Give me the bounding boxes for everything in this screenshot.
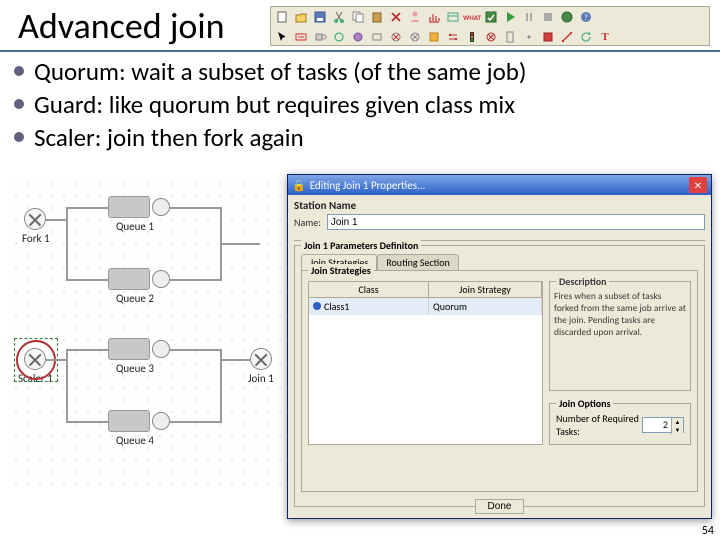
server-circle <box>152 340 170 358</box>
col-class: Class <box>309 282 429 297</box>
globe-icon[interactable] <box>558 8 576 26</box>
play-icon[interactable] <box>501 8 519 26</box>
join-icon[interactable] <box>406 28 424 46</box>
rotate-icon[interactable] <box>577 28 595 46</box>
logger-icon[interactable] <box>425 28 443 46</box>
station-name-input[interactable] <box>327 214 705 230</box>
col-strategy: Join Strategy <box>429 282 542 297</box>
group-title: Join 1 Parameters Definiton <box>301 239 421 252</box>
dialog-titlebar[interactable]: 🔒 Editing Join 1 Properties... ✕ <box>288 175 711 195</box>
join-node[interactable] <box>250 348 272 370</box>
fork-icon[interactable] <box>387 28 405 46</box>
join-options-box: Join Options Number of Required Tasks: 2… <box>549 403 691 445</box>
options-title: Join Options <box>556 397 613 410</box>
stop-icon[interactable] <box>539 8 557 26</box>
classswitch-icon[interactable] <box>444 28 462 46</box>
done-button[interactable]: Done <box>475 499 525 514</box>
spin-down-icon[interactable]: ▼ <box>671 426 683 434</box>
paste-icon[interactable] <box>368 8 386 26</box>
pause-icon[interactable] <box>520 8 538 26</box>
config-icon[interactable] <box>444 8 462 26</box>
queue-node[interactable] <box>108 410 150 432</box>
source-icon[interactable] <box>292 28 310 46</box>
node-label: Queue 1 <box>116 220 154 233</box>
description-text: Fires when a subset of tasks forked from… <box>554 290 686 338</box>
place-icon[interactable] <box>501 28 519 46</box>
help-icon[interactable]: ? <box>577 8 595 26</box>
bullet-list: Quorum: wait a subset of tasks (of the s… <box>14 56 526 155</box>
fork-node[interactable] <box>24 208 46 230</box>
parameters-group: Join 1 Parameters Definiton Join Strateg… <box>294 245 705 507</box>
section-header: Station Name <box>294 199 705 212</box>
close-icon[interactable]: ✕ <box>689 177 707 193</box>
class-icon <box>313 302 321 310</box>
node-label: Queue 4 <box>116 434 154 447</box>
results-icon[interactable] <box>482 8 500 26</box>
description-title: Description <box>556 275 609 288</box>
bullet-item: Quorum: wait a subset of tasks (of the s… <box>14 56 526 87</box>
dialog-title-text: Editing Join 1 Properties... <box>310 179 426 192</box>
copy-icon[interactable] <box>349 8 367 26</box>
panel-title: Join Strategies <box>308 264 374 277</box>
delete-icon[interactable] <box>387 8 405 26</box>
name-label: Name: <box>294 216 321 229</box>
new-icon[interactable] <box>273 8 291 26</box>
server-circle <box>152 270 170 288</box>
delay-icon[interactable] <box>368 28 386 46</box>
open-icon[interactable] <box>292 8 310 26</box>
spin-up-icon[interactable]: ▲ <box>671 418 683 426</box>
region-icon[interactable] <box>539 28 557 46</box>
properties-dialog: 🔒 Editing Join 1 Properties... ✕ Station… <box>287 174 712 519</box>
required-tasks-label: Number of Required Tasks: <box>556 412 642 438</box>
node-label: Fork 1 <box>22 232 50 245</box>
semaphore-icon[interactable] <box>463 28 481 46</box>
what-icon[interactable]: WHAT <box>463 8 481 26</box>
cut-icon[interactable] <box>330 8 348 26</box>
bullet-item: Scaler: join then fork again <box>14 122 526 153</box>
pointer-icon[interactable] <box>273 28 291 46</box>
queue-node[interactable] <box>108 338 150 360</box>
network-diagram: Fork 1 Queue 1 Queue 2 Scaler 1 Queue 3 … <box>10 178 285 493</box>
toolbar: WHAT ? T <box>270 6 710 46</box>
queue-node[interactable] <box>108 196 150 218</box>
chart-icon[interactable] <box>425 8 443 26</box>
table-row[interactable]: Class1 Quorum <box>309 298 542 315</box>
description-box: Description Fires when a subset of tasks… <box>549 281 691 391</box>
title-underline <box>0 50 720 52</box>
queue-node[interactable] <box>108 268 150 290</box>
node-label: Queue 3 <box>116 362 154 375</box>
server-circle <box>152 198 170 216</box>
node-label: Queue 2 <box>116 292 154 305</box>
queue-node-icon[interactable] <box>311 28 329 46</box>
link-icon[interactable] <box>558 28 576 46</box>
router-icon[interactable] <box>349 28 367 46</box>
save-icon[interactable] <box>311 8 329 26</box>
text-icon[interactable]: T <box>596 28 614 46</box>
required-tasks-spinner[interactable]: 2 ▲▼ <box>642 417 684 433</box>
svg-text:?: ? <box>584 13 588 23</box>
node-label: Join 1 <box>248 372 274 385</box>
transition-icon[interactable] <box>520 28 538 46</box>
tab-routing-section[interactable]: Routing Section <box>377 254 458 270</box>
user-icon[interactable] <box>406 8 424 26</box>
slide-title: Advanced join <box>18 4 225 48</box>
bullet-item: Guard: like quorum but requires given cl… <box>14 89 526 120</box>
join-strategies-panel: Join Strategies Class Join Strategy Clas… <box>301 270 698 492</box>
page-number: 54 <box>702 524 714 538</box>
strategies-table: Class Join Strategy Class1 Quorum <box>308 281 543 445</box>
scaler-icon[interactable] <box>482 28 500 46</box>
lock-icon: 🔒 <box>292 179 306 192</box>
sink-icon[interactable] <box>330 28 348 46</box>
server-circle <box>152 412 170 430</box>
